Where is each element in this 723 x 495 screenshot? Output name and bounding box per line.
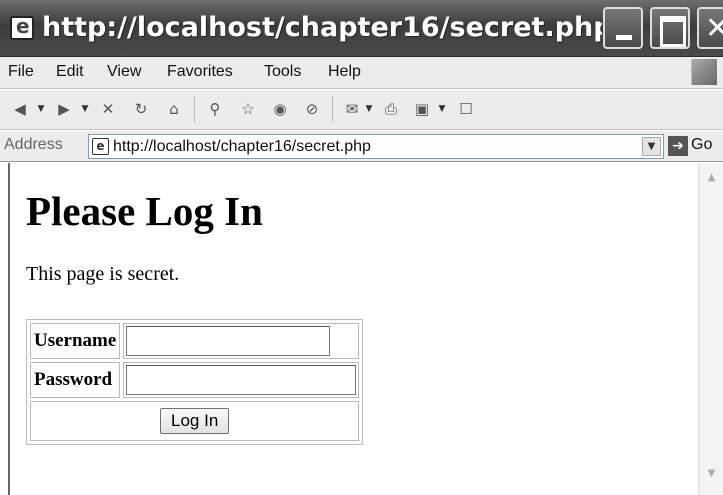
refresh-icon[interactable]: ↻	[131, 99, 151, 119]
password-cell	[123, 362, 360, 398]
toolbar-separator	[332, 96, 333, 122]
address-label: Address	[4, 136, 63, 153]
password-input[interactable]	[126, 365, 357, 395]
password-row: Password	[30, 362, 360, 398]
stop-icon[interactable]: ✕	[98, 99, 118, 119]
go-label: Go	[691, 136, 713, 153]
forward-icon[interactable]: ▶	[54, 99, 74, 119]
menu-file[interactable]: File	[8, 63, 34, 81]
print-icon[interactable]: ⎙	[381, 99, 401, 119]
menu-edit[interactable]: Edit	[56, 63, 84, 81]
submit-cell: Log In	[30, 401, 360, 441]
address-input[interactable]: e http://localhost/chapter16/secret.php …	[88, 134, 664, 159]
menu-view[interactable]: View	[107, 63, 141, 81]
title-bar[interactable]: http://localhost/chapter16/secret.php ..…	[0, 0, 723, 57]
submit-row: Log In	[30, 401, 360, 441]
page-title: Please Log In	[26, 188, 263, 234]
page-content: Please Log In This page is secret. Usern…	[8, 163, 698, 495]
media-icon[interactable]: ◉	[270, 99, 290, 119]
favorites-icon[interactable]: ☆	[238, 99, 258, 119]
address-bar: Address e http://localhost/chapter16/sec…	[0, 131, 723, 162]
mail-icon[interactable]: ✉	[342, 99, 362, 119]
menu-tools[interactable]: Tools	[264, 63, 301, 81]
address-url[interactable]: http://localhost/chapter16/secret.php	[113, 138, 371, 156]
windows-logo-icon	[691, 59, 717, 85]
window-title: http://localhost/chapter16/secret.php ..…	[42, 12, 602, 43]
minimize-button[interactable]	[603, 7, 643, 49]
toolbar-separator	[194, 96, 195, 122]
vertical-scrollbar[interactable]: ▲ ▼	[698, 163, 723, 495]
login-form: Username Password Log In	[26, 319, 364, 445]
menu-favorites[interactable]: Favorites	[167, 63, 233, 81]
username-input[interactable]	[126, 326, 331, 356]
go-arrow-icon: ➔	[668, 136, 688, 156]
login-button[interactable]: Log In	[160, 408, 230, 434]
page-icon: e	[92, 138, 109, 155]
forward-dropdown-icon[interactable]: ▼	[80, 99, 90, 119]
discuss-icon[interactable]: ☐	[456, 99, 476, 119]
scroll-up-icon[interactable]: ▲	[703, 169, 720, 186]
mail-dropdown-icon[interactable]: ▼	[364, 99, 374, 119]
back-icon[interactable]: ◀	[10, 99, 30, 119]
edit-dropdown-icon[interactable]: ▼	[437, 99, 447, 119]
go-button[interactable]: ➔ Go	[668, 136, 712, 158]
toolbar: ◀ ▼ ▶ ▼ ✕ ↻ ⌂ ⚲ ☆ ◉ ⊘ ✉ ▼ ⎙ ▣ ▼ ☐	[0, 90, 723, 130]
intro-text: This page is secret.	[26, 263, 180, 285]
menu-bar: File Edit View Favorites Tools Help	[0, 57, 723, 89]
home-icon[interactable]: ⌂	[164, 99, 184, 119]
username-row: Username	[30, 323, 360, 359]
maximize-button[interactable]	[650, 7, 690, 49]
scroll-down-icon[interactable]: ▼	[703, 465, 720, 482]
history-icon[interactable]: ⊘	[302, 99, 322, 119]
username-cell	[123, 323, 360, 359]
menu-help[interactable]: Help	[328, 63, 361, 81]
back-dropdown-icon[interactable]: ▼	[36, 99, 46, 119]
close-button[interactable]	[697, 7, 723, 49]
address-dropdown-icon[interactable]: ▼	[642, 137, 661, 156]
password-label: Password	[30, 362, 121, 398]
ie-page-icon	[10, 14, 34, 40]
search-icon[interactable]: ⚲	[205, 99, 225, 119]
username-label: Username	[30, 323, 121, 359]
edit-icon[interactable]: ▣	[412, 99, 432, 119]
